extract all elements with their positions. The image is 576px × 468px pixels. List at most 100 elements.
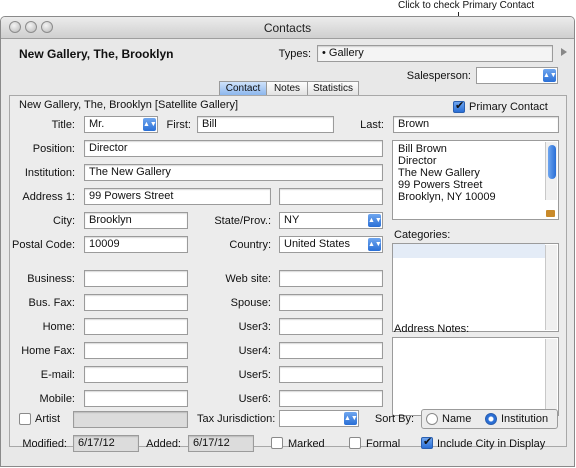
email-field[interactable] (84, 366, 188, 383)
artist-checkbox[interactable] (19, 413, 31, 425)
types-disclosure-icon[interactable] (561, 48, 567, 56)
spouse-field[interactable] (279, 294, 383, 311)
types-label: Types: (278, 48, 311, 60)
state-value: NY (284, 214, 300, 226)
home-fax-label: Home Fax: (21, 345, 75, 357)
email-label: E-mail: (40, 369, 75, 381)
sort-by-label: Sort By: (374, 413, 414, 425)
spouse-label: Spouse: (230, 297, 271, 309)
section-title: New Gallery, The, Brooklyn [Satellite Ga… (19, 99, 239, 111)
chevron-down-icon: ▲▼ (368, 214, 382, 227)
title-bar: Contacts (1, 17, 574, 39)
chevron-down-icon: ▲▼ (543, 69, 557, 82)
address-notes-scrollbar[interactable] (545, 339, 557, 414)
last-name-field[interactable]: Brown (393, 116, 559, 133)
postal-code-field[interactable]: 10009 (84, 236, 188, 253)
user4-label: User4: (238, 345, 271, 357)
website-field[interactable] (279, 270, 383, 287)
title-label: Title: (51, 119, 75, 131)
formal-label[interactable]: Formal (366, 438, 400, 450)
sort-name-radio[interactable] (426, 413, 438, 425)
address1-label: Address 1: (22, 191, 75, 203)
title-popup[interactable]: Mr. ▲▼ (84, 116, 158, 133)
business-label: Business: (27, 273, 75, 285)
website-label: Web site: (225, 273, 271, 285)
sort-name-label[interactable]: Name (442, 413, 471, 425)
home-fax-field[interactable] (84, 342, 188, 359)
last-label: Last: (360, 119, 384, 131)
user6-label: User6: (238, 393, 271, 405)
institution-label: Institution: (24, 167, 75, 179)
address-line: Bill Brown (398, 143, 447, 155)
salesperson-popup[interactable]: ▲▼ (476, 67, 558, 84)
chevron-down-icon: ▲▼ (344, 412, 358, 425)
user5-field[interactable] (279, 366, 383, 383)
user4-field[interactable] (279, 342, 383, 359)
marked-checkbox[interactable] (271, 437, 283, 449)
include-city-checkbox[interactable] (421, 435, 433, 449)
address-notes-area[interactable] (392, 337, 559, 416)
sort-institution-radio[interactable] (485, 413, 497, 425)
address2-field[interactable] (279, 188, 383, 205)
artist-label[interactable]: Artist (35, 413, 60, 425)
tab-contact[interactable]: Contact (219, 81, 267, 96)
window-title: Contacts (263, 21, 312, 35)
categories-scrollbar[interactable] (545, 245, 557, 330)
tax-jurisdiction-label: Tax Jurisdiction: (197, 413, 276, 425)
home-label: Home: (42, 321, 75, 333)
added-field: 6/17/12 (188, 435, 254, 452)
artist-field (73, 411, 188, 428)
position-label: Position: (32, 143, 75, 155)
types-field[interactable]: • Gallery (317, 45, 553, 62)
scrollbar-thumb[interactable] (548, 145, 556, 179)
primary-contact-checkbox[interactable] (453, 99, 465, 113)
bus-fax-field[interactable] (84, 294, 188, 311)
categories-list[interactable] (392, 243, 559, 332)
primary-contact-label[interactable]: Primary Contact (469, 101, 548, 113)
address-line: Director (398, 155, 437, 167)
tax-jurisdiction-popup[interactable]: ▲▼ (279, 410, 359, 427)
categories-label: Categories: (394, 229, 451, 241)
contact-name-header: New Gallery, The, Brooklyn (19, 47, 174, 61)
address-line: Brooklyn, NY 10009 (398, 191, 496, 203)
modified-label: Modified: (22, 438, 67, 450)
institution-field[interactable]: The New Gallery (84, 164, 383, 181)
address-scrollbar[interactable] (545, 142, 557, 200)
address-line: 99 Powers Street (398, 179, 483, 191)
address-block[interactable]: Bill Brown Director The New Gallery 99 P… (392, 140, 559, 220)
title-value: Mr. (89, 118, 105, 130)
city-label: City: (53, 215, 75, 227)
chevron-down-icon: ▲▼ (143, 118, 157, 131)
first-name-field[interactable]: Bill (197, 116, 334, 133)
user5-label: User5: (238, 369, 271, 381)
mobile-label: Mobile: (39, 393, 75, 405)
state-popup[interactable]: NY ▲▼ (279, 212, 383, 229)
added-label: Added: (146, 438, 181, 450)
address-notes-label: Address Notes: (394, 323, 470, 335)
mobile-field[interactable] (84, 390, 188, 407)
country-popup[interactable]: United States ▲▼ (279, 236, 383, 253)
contacts-window: Contacts New Gallery, The, Brooklyn Type… (0, 16, 575, 467)
country-value: United States (284, 238, 351, 250)
formal-checkbox[interactable] (349, 437, 361, 449)
address1-field[interactable]: 99 Powers Street (84, 188, 271, 205)
sort-institution-label[interactable]: Institution (501, 413, 548, 425)
country-label: Country: (229, 239, 271, 251)
position-field[interactable]: Director (84, 140, 383, 157)
include-city-label[interactable]: Include City in Display (437, 438, 545, 450)
business-field[interactable] (84, 270, 188, 287)
bus-fax-label: Bus. Fax: (28, 297, 75, 309)
city-field[interactable]: Brooklyn (84, 212, 188, 229)
user3-field[interactable] (279, 318, 383, 335)
home-field[interactable] (84, 318, 188, 335)
user3-label: User3: (238, 321, 271, 333)
tab-statistics[interactable]: Statistics (307, 81, 359, 96)
lock-icon[interactable] (546, 210, 555, 217)
first-label: First: (166, 119, 191, 131)
tab-notes[interactable]: Notes (266, 81, 308, 96)
chevron-down-icon: ▲▼ (368, 238, 382, 251)
salesperson-label: Salesperson: (406, 70, 471, 82)
modified-field: 6/17/12 (73, 435, 139, 452)
marked-label[interactable]: Marked (288, 438, 325, 450)
user6-field[interactable] (279, 390, 383, 407)
